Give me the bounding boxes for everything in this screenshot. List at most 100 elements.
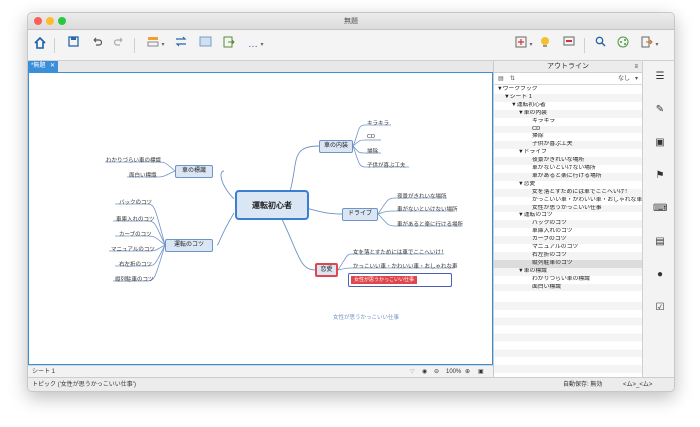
subtopic[interactable]: 右左折のコツ: [119, 260, 152, 268]
undo-icon[interactable]: [89, 36, 103, 54]
outline-row[interactable]: 車庫入れのコツ: [494, 228, 643, 236]
subtopic[interactable]: 車があると楽に行ける場所: [397, 220, 463, 228]
insert-icon[interactable]: [514, 36, 528, 54]
right-sidebar-rail: ☰ ✎ ▣ ⚑ ⌨ ▤ ● ☑: [642, 61, 674, 377]
outline-view-icon[interactable]: ▤: [498, 73, 504, 85]
outline-row-label: ▼恋愛: [518, 180, 536, 187]
subtopic[interactable]: わかりづらい車の標識: [106, 156, 161, 164]
outline-row[interactable]: 右左折のコツ: [494, 251, 643, 260]
image-icon[interactable]: [198, 36, 212, 54]
home-icon[interactable]: [32, 36, 48, 54]
outline-row-label: カーブのコツ: [532, 236, 567, 243]
outline-row[interactable]: 掃除: [494, 133, 643, 141]
outline-row-label: 車庫入れのコツ: [532, 228, 573, 235]
outline-row[interactable]: ▼ドライブ: [494, 149, 643, 157]
marker-flag-icon[interactable]: ⚑: [653, 169, 667, 183]
save-icon[interactable]: [66, 36, 80, 54]
autosave-status[interactable]: 自動保存: 無効: [563, 378, 602, 391]
outline-row[interactable]: 女を落とすためには車でここへいけ！: [494, 188, 643, 197]
outline-row[interactable]: ▼運転初心者: [494, 102, 643, 110]
subtopic[interactable]: 面白い標識: [129, 171, 157, 179]
bottom-status-bar: トピック ('女性が思うかっこいい仕事') 自動保存: 無効 <ム>_<ム>: [28, 377, 674, 391]
keyboard-icon[interactable]: ⌨: [653, 202, 667, 216]
image-icon[interactable]: ▣: [653, 136, 667, 150]
outline-row[interactable]: ▼車の内装: [494, 109, 643, 118]
selected-subtopic[interactable]: 女性が思うかっこいい仕事: [348, 273, 452, 287]
share-icon[interactable]: [616, 36, 630, 54]
outline-row[interactable]: 面白い標識: [494, 283, 643, 292]
outline-row-label: ▼車の内装: [518, 109, 547, 116]
subtopic[interactable]: 車庫入れのコツ: [116, 215, 155, 223]
subtopic[interactable]: 夜景がきれいな場所: [397, 192, 447, 200]
outline-row[interactable]: CD: [494, 125, 643, 134]
presentation-icon[interactable]: [562, 36, 576, 54]
comment-icon[interactable]: ●: [653, 268, 667, 282]
document-tab[interactable]: *無題 ✕: [28, 61, 59, 72]
outline-row[interactable]: 車があると楽に行ける場所: [494, 172, 643, 181]
topic-romance[interactable]: 恋愛: [315, 263, 338, 277]
insert-dropdown-chevron[interactable]: ▾: [528, 36, 534, 54]
topic-driving-tips[interactable]: 運転のコツ: [165, 239, 213, 252]
outline-row[interactable]: ▼運転のコツ: [494, 212, 643, 220]
redo-icon[interactable]: [112, 36, 126, 54]
topic-car-signs[interactable]: 車の標識: [175, 165, 213, 178]
topic-status: トピック ('女性が思うかっこいい仕事'): [32, 382, 136, 388]
outline-row[interactable]: 子供が喜ぶ工夫: [494, 141, 643, 150]
outline-row-label: ▼運転のコツ: [518, 212, 553, 219]
subtopic[interactable]: マニュアルのコツ: [111, 245, 155, 253]
outline-row[interactable]: キラキラ: [494, 118, 643, 126]
outline-filter-select[interactable]: なし: [618, 73, 630, 85]
outline-row[interactable]: バックのコツ: [494, 220, 643, 229]
outline-row[interactable]: かっこいい車・かわいい車・おしゃれな車: [494, 197, 643, 205]
subtopic[interactable]: 車がないといけない場所: [397, 205, 458, 213]
outline-row[interactable]: マニュアルのコツ: [494, 244, 643, 252]
outline-menu-icon[interactable]: ≡: [634, 61, 638, 73]
tab-close-icon[interactable]: ✕: [50, 63, 55, 69]
app-window: 無題 ▾ … ▾ ▾ ▾ *無題 ✕ 運転初心者 車の内装 ドライブ 恋愛 車の…: [27, 12, 675, 392]
mindmap-canvas[interactable]: 運転初心者 車の内装 ドライブ 恋愛 車の標識 運転のコツ キラキラ CD 掃除…: [28, 72, 493, 365]
exit-dropdown-chevron[interactable]: ▾: [654, 36, 660, 54]
toolbar: ▾ … ▾ ▾ ▾: [28, 30, 674, 61]
theme-icon[interactable]: [146, 36, 160, 54]
more-dropdown-chevron[interactable]: ▾: [259, 36, 265, 54]
theme-dropdown-chevron[interactable]: ▾: [160, 36, 166, 54]
exit-icon[interactable]: [640, 36, 654, 54]
floating-topic[interactable]: 女性が思うかっこいい仕事: [333, 313, 399, 321]
outline-row[interactable]: ▼恋愛: [494, 181, 643, 189]
notes-icon[interactable]: ▤: [653, 235, 667, 249]
subtopic[interactable]: カーブのコツ: [119, 230, 152, 238]
outline-row[interactable]: 車がないといけない場所: [494, 165, 643, 173]
subtopic[interactable]: かっこいい車・かわいい車・おしゃれな車: [353, 262, 458, 270]
idea-icon[interactable]: [538, 36, 552, 54]
export-icon[interactable]: [222, 36, 236, 54]
format-brush-icon[interactable]: ✎: [653, 103, 667, 117]
outline-row[interactable]: 女性が思うかっこいい仕事: [494, 204, 643, 213]
topic-drive[interactable]: ドライブ: [342, 208, 378, 221]
outline-list: ▼ワークブック ▼シート 1 ▼運転初心者 ▼車の内装 キラキラ CD 掃除 子…: [494, 86, 643, 294]
search-icon[interactable]: [593, 36, 607, 54]
outline-row-selected[interactable]: 縦列駐車のコツ: [494, 259, 643, 268]
outline-row[interactable]: ▼ワークブック: [494, 86, 643, 94]
outline-row[interactable]: わかりづらい車の標識: [494, 276, 643, 284]
outline-icon[interactable]: ☰: [653, 70, 667, 84]
subtopic[interactable]: 縦列駐車のコツ: [115, 275, 154, 283]
subtopic[interactable]: バックのコツ: [119, 198, 152, 206]
swap-icon[interactable]: [174, 36, 188, 54]
subtopic[interactable]: キラキラ: [367, 119, 389, 127]
topic-car-interior[interactable]: 車の内装: [319, 140, 353, 153]
outline-row[interactable]: ▼シート 1: [494, 93, 643, 102]
more-icon[interactable]: …: [246, 36, 260, 54]
task-icon[interactable]: ☑: [653, 301, 667, 315]
central-topic[interactable]: 運転初心者: [235, 190, 309, 220]
subtopic[interactable]: 女を落とすためには車でここへいけ！: [353, 248, 446, 256]
subtopic[interactable]: CD: [367, 134, 375, 140]
outline-row-label: ▼ドライブ: [518, 149, 547, 156]
subtopic[interactable]: 子供が喜ぶ工夫: [367, 161, 406, 169]
outline-row-label: 車があると楽に行ける場所: [532, 172, 602, 179]
subtopic[interactable]: 掃除: [367, 147, 378, 155]
outline-row[interactable]: カーブのコツ: [494, 236, 643, 244]
chevron-down-icon[interactable]: ▾: [635, 73, 638, 85]
outline-sort-icon[interactable]: ⇅: [510, 73, 515, 85]
outline-row[interactable]: 夜景がきれいな場所: [494, 157, 643, 165]
outline-row[interactable]: ▼車の標識: [494, 267, 643, 276]
